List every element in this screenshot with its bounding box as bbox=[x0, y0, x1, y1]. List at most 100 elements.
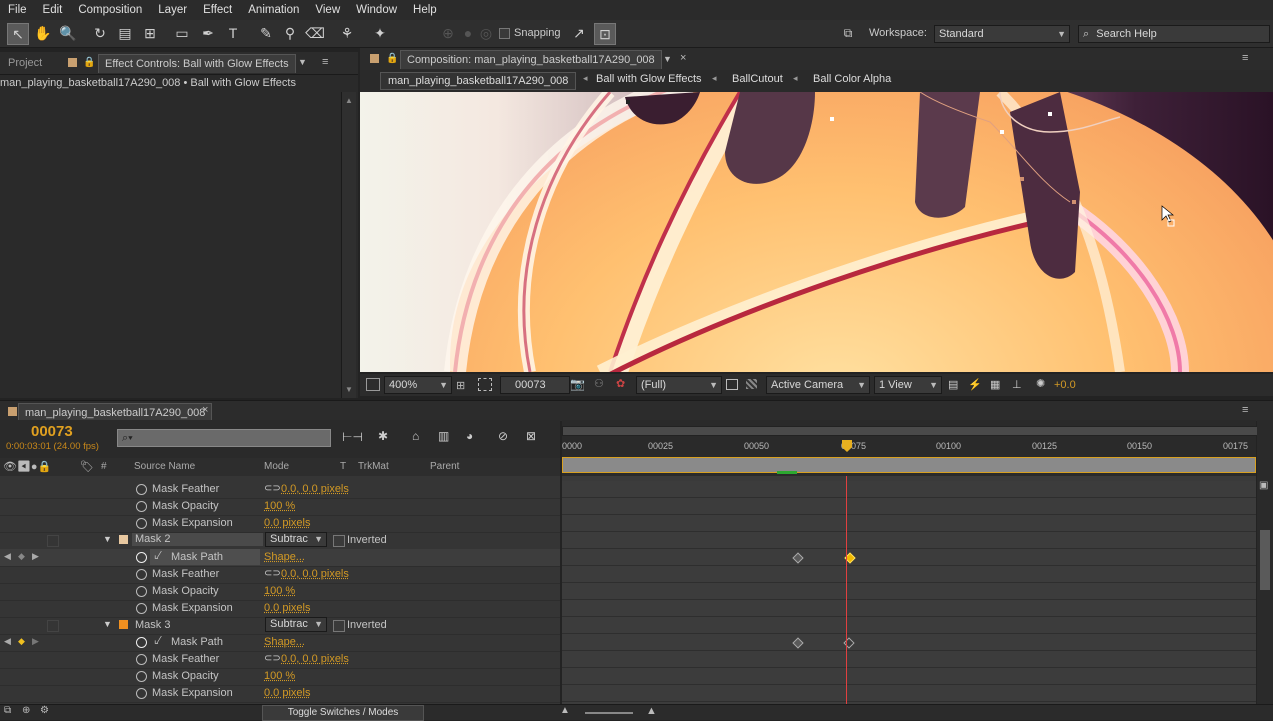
property-row[interactable]: Mask Expansion 0.0 pixels bbox=[0, 685, 560, 703]
property-row[interactable]: Mask Opacity 100 % bbox=[0, 668, 560, 686]
inverted-checkbox[interactable] bbox=[333, 535, 345, 547]
property-value[interactable]: 0.0 pixels bbox=[264, 602, 310, 614]
menu-composition[interactable]: Composition bbox=[70, 4, 150, 16]
snapping-checkbox[interactable] bbox=[499, 28, 510, 39]
tab-effect-controls[interactable]: Effect Controls: Ball with Glow Effects bbox=[98, 54, 296, 73]
workspace-select[interactable]: Standard ▼ bbox=[934, 25, 1070, 43]
snap-edges-icon[interactable]: ↗ bbox=[569, 23, 589, 43]
prev-keyframe-icon[interactable]: ◀ bbox=[4, 636, 11, 647]
property-row[interactable]: Mask Expansion 0.0 pixels bbox=[0, 600, 560, 618]
pan-behind-tool-icon[interactable]: ⊞ bbox=[140, 23, 160, 43]
expand-triangle-icon[interactable]: ▼ bbox=[103, 619, 112, 629]
tab-project[interactable]: Project bbox=[2, 54, 48, 72]
tab-dropdown-icon[interactable]: ▼ bbox=[663, 54, 672, 64]
magnification-select[interactable]: 400% ▼ bbox=[384, 376, 452, 394]
menu-help[interactable]: Help bbox=[405, 4, 445, 16]
rotation-tool-icon[interactable]: ↻ bbox=[90, 23, 110, 43]
composition-viewer[interactable] bbox=[360, 92, 1273, 372]
next-keyframe-icon[interactable]: ▶ bbox=[32, 551, 39, 562]
flow-item-root[interactable]: man_playing_basketball17A290_008 bbox=[380, 72, 577, 90]
panel-menu-icon[interactable]: ≡ bbox=[1242, 404, 1248, 416]
puppet-tool-icon[interactable]: ✦ bbox=[370, 23, 390, 43]
lock-icon[interactable]: 🔒 bbox=[386, 53, 398, 64]
time-ruler[interactable]: 0000 00025 00050 00075 00100 00125 00150… bbox=[562, 420, 1258, 476]
graph-editor-icon[interactable]: ⊘ bbox=[498, 429, 508, 443]
stopwatch-icon[interactable] bbox=[136, 637, 147, 648]
next-keyframe-icon[interactable]: ▶ bbox=[32, 636, 39, 647]
current-time-field[interactable]: 00073 bbox=[500, 376, 570, 394]
tab-composition[interactable]: Composition: man_playing_basketball17A29… bbox=[400, 50, 662, 69]
mask-visibility-icon[interactable] bbox=[478, 378, 492, 391]
transparency-grid-icon[interactable] bbox=[746, 379, 757, 389]
comp-mini-flowchart-icon[interactable]: ⊢⊣ bbox=[342, 430, 363, 444]
stopwatch-icon[interactable] bbox=[136, 586, 147, 597]
exposure-value[interactable]: +0.0 bbox=[1054, 379, 1076, 391]
camera-tool-icon[interactable]: ▤ bbox=[115, 23, 135, 43]
property-value[interactable]: 0.0, 0.0 pixels bbox=[281, 483, 349, 495]
property-row[interactable]: Mask Opacity 100 % bbox=[0, 498, 560, 516]
layer-switches-icon[interactable]: ⧉ bbox=[4, 705, 11, 716]
show-snapshot-icon[interactable]: ⚇ bbox=[594, 377, 604, 390]
hand-tool-icon[interactable]: ✋ bbox=[33, 23, 53, 43]
stopwatch-icon[interactable] bbox=[136, 569, 147, 580]
flow-item-ball-glow[interactable]: Ball with Glow Effects bbox=[596, 73, 702, 85]
add-keyframe-icon[interactable]: ◆ bbox=[18, 636, 25, 647]
property-value[interactable]: 100 % bbox=[264, 670, 295, 682]
selection-tool-icon[interactable]: ↖ bbox=[7, 23, 29, 45]
workspace-icon[interactable]: ⧉ bbox=[838, 23, 858, 43]
always-preview-icon[interactable] bbox=[366, 378, 380, 391]
mask-row[interactable]: ▼ Mask 2 Subtrac ▼ Inverted bbox=[0, 532, 560, 550]
stopwatch-icon[interactable] bbox=[136, 484, 147, 495]
camera-view-select[interactable]: Active Camera ▼ bbox=[766, 376, 870, 394]
mask-mode-select[interactable]: Subtrac ▼ bbox=[265, 532, 327, 547]
panel-menu-icon[interactable]: ≡ bbox=[322, 56, 328, 68]
lock-icon[interactable]: 🔒 bbox=[83, 57, 95, 68]
work-area-bar[interactable] bbox=[562, 457, 1256, 473]
snap-features-icon[interactable]: ⊡ bbox=[594, 23, 616, 45]
resolution-select[interactable]: (Full) ▼ bbox=[636, 376, 722, 394]
mask-mode-select[interactable]: Subtrac ▼ bbox=[265, 617, 327, 632]
stopwatch-icon[interactable] bbox=[136, 552, 147, 563]
property-row[interactable]: Mask Feather ⊂⊃ 0.0, 0.0 pixels bbox=[0, 651, 560, 669]
property-value[interactable]: 100 % bbox=[264, 585, 295, 597]
lock-toggle[interactable] bbox=[47, 535, 59, 547]
zoom-tool-icon[interactable]: 🔍 bbox=[58, 23, 78, 43]
tab-dropdown-icon[interactable]: ▼ bbox=[298, 57, 307, 67]
close-icon[interactable]: × bbox=[202, 404, 208, 416]
draft-3d-icon[interactable]: ✱ bbox=[378, 429, 388, 443]
timeline-scrollbar[interactable]: ▣ bbox=[1257, 420, 1273, 705]
work-area-navigator[interactable] bbox=[562, 426, 1258, 436]
fast-previews-icon[interactable]: ⚡ bbox=[968, 378, 982, 391]
reset-exposure-icon[interactable]: ✺ bbox=[1036, 377, 1045, 390]
menu-window[interactable]: Window bbox=[348, 4, 405, 16]
stopwatch-icon[interactable] bbox=[136, 671, 147, 682]
keyframe-track-area[interactable] bbox=[562, 476, 1256, 704]
panel-menu-icon[interactable]: ≡ bbox=[1242, 52, 1248, 64]
pen-tool-icon[interactable]: ✒ bbox=[198, 23, 218, 43]
timeline-icon[interactable]: ▦ bbox=[990, 378, 1000, 391]
zoom-out-icon[interactable]: ▲ bbox=[560, 705, 570, 716]
property-value[interactable]: 0.0 pixels bbox=[264, 517, 310, 529]
pixel-aspect-icon[interactable]: ▤ bbox=[948, 378, 958, 391]
layer-search-field[interactable]: ⌕▾ bbox=[117, 429, 331, 447]
expand-triangle-icon[interactable]: ▼ bbox=[103, 534, 112, 544]
current-frame[interactable]: 00073 bbox=[31, 423, 73, 440]
property-row[interactable]: Mask Feather ⊂⊃ 0.0, 0.0 pixels bbox=[0, 566, 560, 584]
menu-edit[interactable]: Edit bbox=[35, 4, 71, 16]
property-value[interactable]: Shape... bbox=[264, 636, 305, 648]
snapshot-camera-icon[interactable]: 📷 bbox=[570, 377, 585, 391]
grid-overlay-icon[interactable]: ⊞ bbox=[456, 379, 465, 392]
menu-animation[interactable]: Animation bbox=[240, 4, 307, 16]
menu-file[interactable]: File bbox=[0, 4, 35, 16]
property-row[interactable]: ◀ ◆ ▶ ⌞⁄ Mask Path Shape... bbox=[0, 634, 560, 652]
flowchart-icon[interactable]: ⊥ bbox=[1012, 378, 1022, 391]
search-help-field[interactable]: ⌕ Search Help bbox=[1078, 25, 1270, 43]
brainstorm-icon[interactable]: ⊠ bbox=[526, 429, 536, 443]
col-source-name[interactable]: Source Name bbox=[134, 461, 195, 472]
property-row[interactable]: Mask Opacity 100 % bbox=[0, 583, 560, 601]
flow-item-ball-color-alpha[interactable]: Ball Color Alpha bbox=[813, 73, 891, 85]
property-row[interactable]: Mask Expansion 0.0 pixels bbox=[0, 515, 560, 533]
roto-brush-tool-icon[interactable]: ⚘ bbox=[337, 23, 357, 43]
property-value[interactable]: 0.0 pixels bbox=[264, 687, 310, 699]
zoom-in-icon[interactable]: ▲ bbox=[646, 705, 657, 717]
